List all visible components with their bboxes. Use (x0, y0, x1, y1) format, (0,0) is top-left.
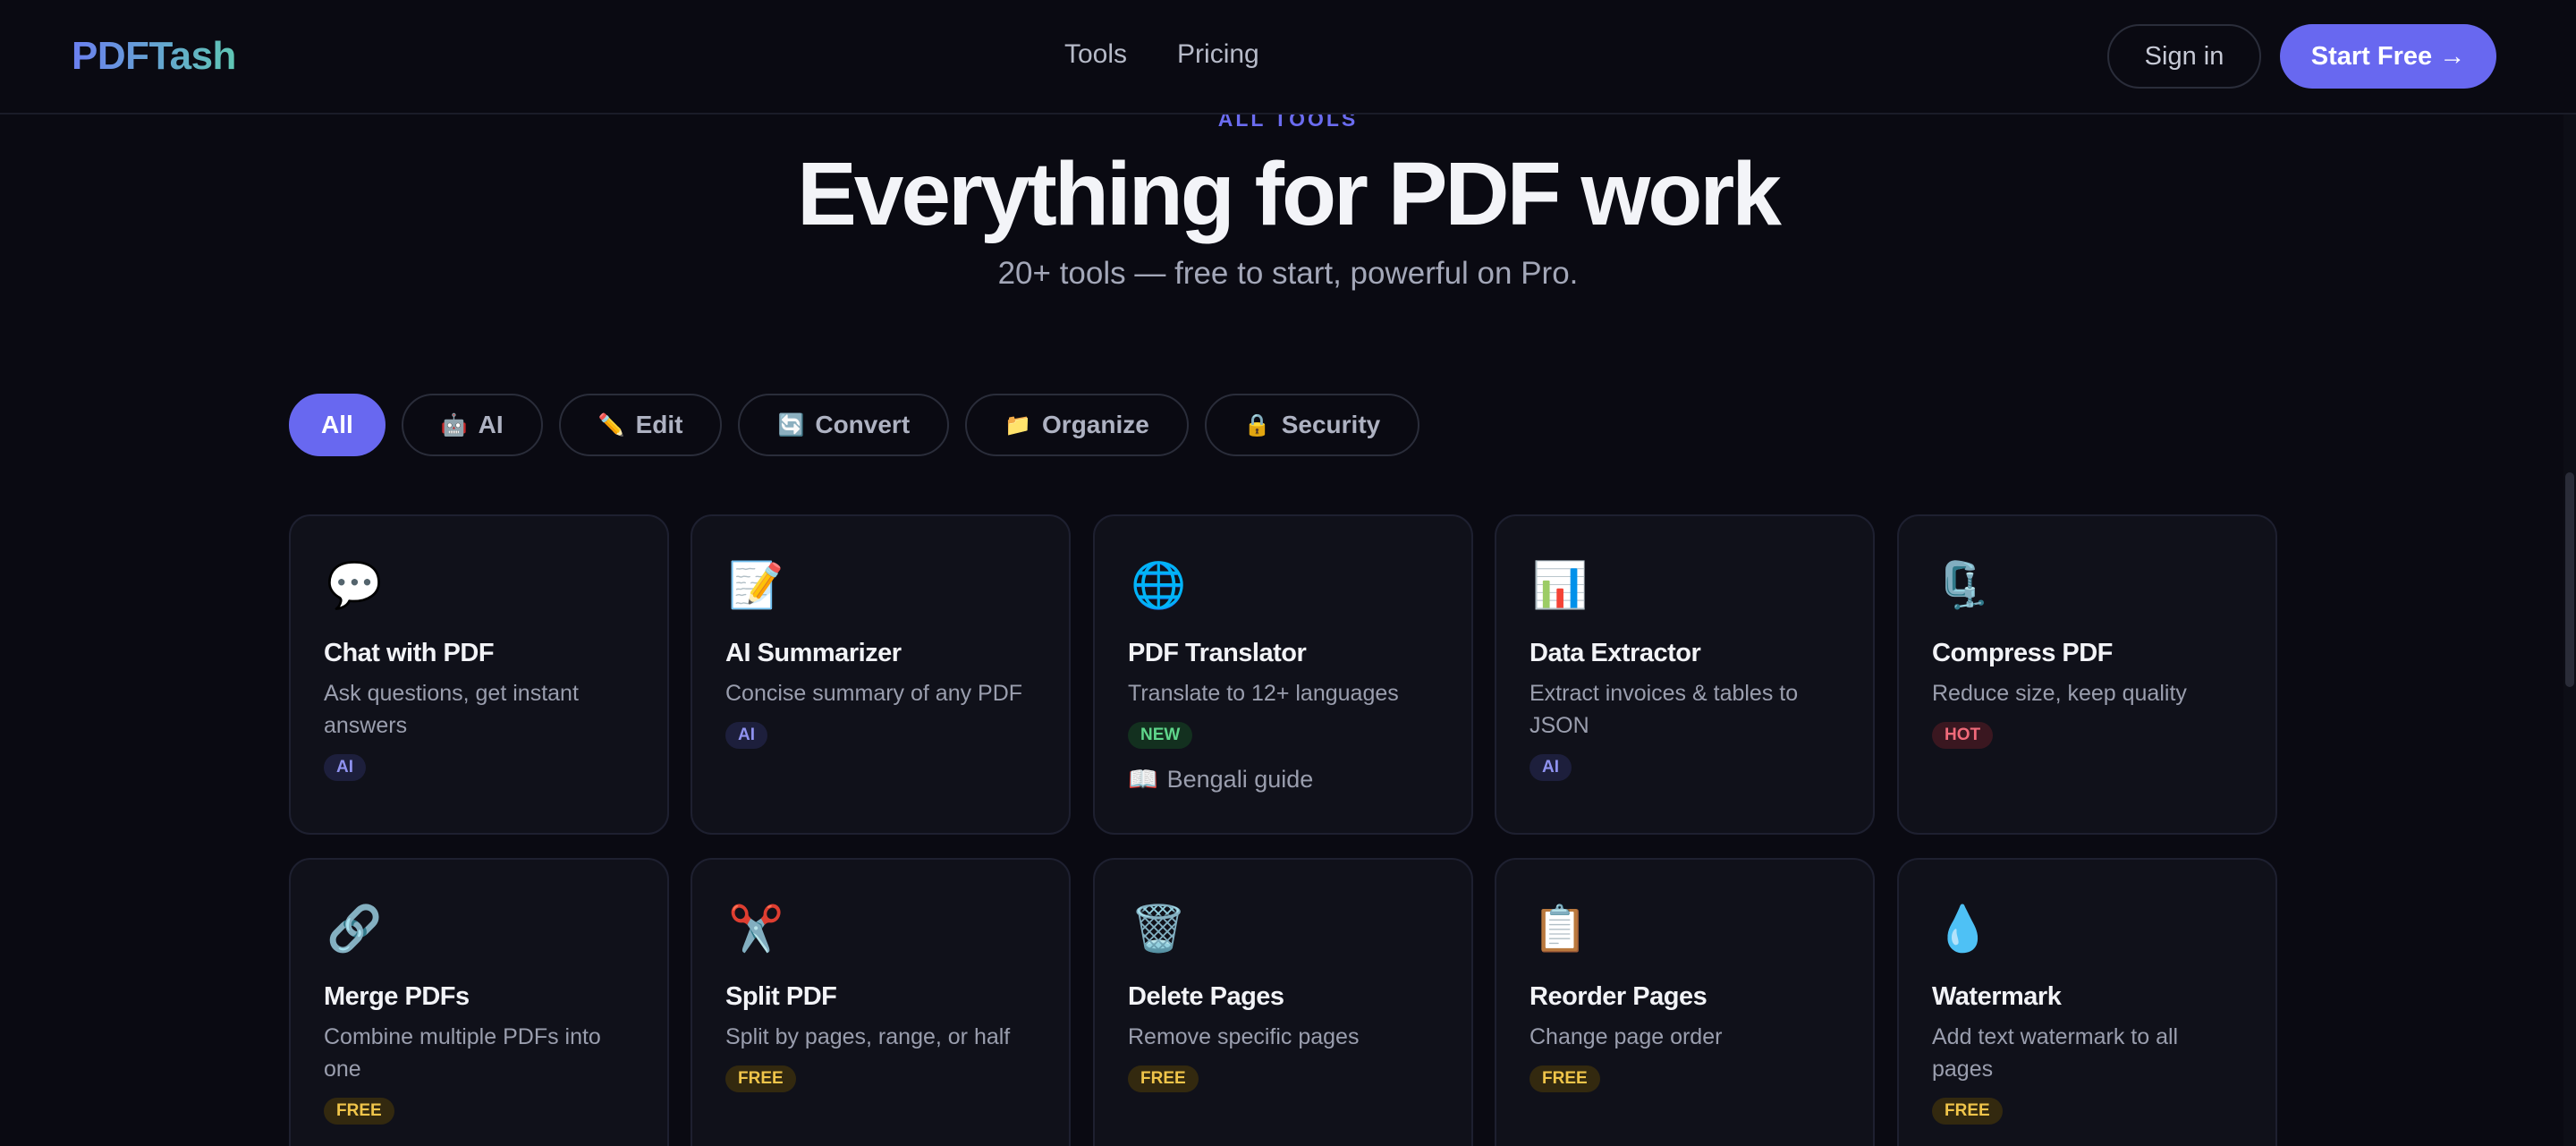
tool-card-compress-pdf[interactable]: 🗜️ Compress PDF Reduce size, keep quality H… (1897, 514, 2277, 835)
tool-title: Watermark (1932, 982, 2062, 1011)
tool-card-chat-with-pdf[interactable]: 💬 Chat with PDF Ask questions, get instant… (289, 514, 669, 835)
tool-description: Concise summary of any PDF (725, 681, 1023, 706)
tool-description: Add text watermark to all pages (1932, 1024, 2179, 1082)
tool-card-split-pdf[interactable]: ✂️ Split PDF Split by pages, range, or hal… (691, 858, 1071, 1146)
lock-icon: 🔒 (1243, 412, 1271, 437)
globe-icon: 🌐 (1131, 560, 1187, 610)
chat-bubble-icon: 💬 (326, 560, 383, 610)
tool-badge: AI (1530, 754, 1572, 781)
filter-chip-organize[interactable]: 📁 Organize (965, 394, 1189, 456)
tool-description: Extract invoices & tables to JSON (1530, 681, 1799, 738)
tool-badge: AI (725, 722, 767, 749)
filter-chip-label: Convert (815, 411, 911, 438)
clipboard-icon: 📋 (1532, 904, 1589, 954)
filter-chip-ai[interactable]: 🤖 AI (401, 394, 543, 456)
bar-chart-icon: 📊 (1532, 560, 1589, 610)
filter-chips: All 🤖 AI ✏️ Edit 🔄 Convert 📁 Organize 🔒 Security (289, 394, 1420, 456)
filter-chip-label: Organize (1042, 411, 1149, 438)
nav-links: Tools Pricing (1064, 39, 1259, 70)
tool-card-delete-pages[interactable]: 🗑️ Delete Pages Remove specific pages FREE (1093, 858, 1473, 1146)
filter-chip-label: AI (478, 411, 504, 438)
tool-badge: FREE (725, 1065, 796, 1092)
tool-card-merge-pdfs[interactable]: 🔗 Merge PDFs Combine multiple PDFs into on… (289, 858, 669, 1146)
tool-title: Split PDF (725, 982, 837, 1011)
tool-title: Compress PDF (1932, 639, 2113, 667)
tool-description: Split by pages, range, or half (725, 1024, 1011, 1049)
tool-card-reorder-pages[interactable]: 📋 Reorder Pages Change page order FREE (1495, 858, 1875, 1146)
tool-title: Delete Pages (1128, 982, 1284, 1011)
trash-icon: 🗑️ (1131, 904, 1187, 954)
robot-icon: 🤖 (440, 412, 468, 437)
start-free-button[interactable]: Start Free → (2280, 24, 2496, 89)
tool-title: Data Extractor (1530, 639, 1701, 667)
page-title: Everything for PDF work (797, 144, 1782, 244)
folder-icon: 📁 (1004, 412, 1032, 437)
droplet-icon: 💧 (1935, 904, 1991, 954)
logo[interactable]: PDFTash (72, 34, 236, 79)
tool-card-watermark[interactable]: 💧 Watermark Add text watermark to all page… (1897, 858, 2277, 1146)
tool-title: Merge PDFs (324, 982, 470, 1011)
tool-description: Remove specific pages (1128, 1024, 1360, 1049)
book-icon: 📖 (1128, 766, 1158, 793)
tool-card-ai-summarizer[interactable]: 📝 AI Summarizer Concise summary of any PDF… (691, 514, 1071, 835)
bengali-guide-link[interactable]: 📖 Bengali guide (1128, 765, 1313, 794)
tool-badge: FREE (1128, 1065, 1199, 1092)
clamp-icon: 🗜️ (1935, 560, 1991, 610)
tool-description: Combine multiple PDFs into one (324, 1024, 601, 1082)
tool-title: Reorder Pages (1530, 982, 1707, 1011)
filter-chip-label: Edit (635, 411, 683, 438)
tool-badge: AI (324, 754, 366, 781)
convert-icon: 🔄 (777, 412, 805, 437)
filter-chip-convert[interactable]: 🔄 Convert (738, 394, 950, 456)
filter-chip-label: Security (1281, 411, 1381, 438)
tool-title: PDF Translator (1128, 639, 1307, 667)
scissors-icon: ✂️ (728, 904, 784, 954)
tool-badge: FREE (1932, 1098, 2003, 1125)
filter-chip-label: All (321, 411, 353, 438)
nav-link-tools[interactable]: Tools (1064, 39, 1127, 70)
tool-description: Reduce size, keep quality (1932, 681, 2187, 706)
tool-title: Chat with PDF (324, 639, 495, 667)
filter-chip-all[interactable]: All (289, 394, 386, 456)
tool-description: Ask questions, get instant answers (324, 681, 579, 738)
filter-chip-edit[interactable]: ✏️ Edit (558, 394, 723, 456)
pencil-icon: ✏️ (597, 412, 625, 437)
scrollbar[interactable] (2563, 115, 2576, 1146)
tool-card-data-extractor[interactable]: 📊 Data Extractor Extract invoices & tables… (1495, 514, 1875, 835)
page: PDFTash Tools Pricing Sign in Start Free… (0, 0, 2576, 1146)
nav-link-pricing[interactable]: Pricing (1177, 39, 1259, 70)
scrollbar-thumb[interactable] (2565, 472, 2574, 687)
tool-description: Change page order (1530, 1024, 1723, 1049)
tool-card-pdf-translator[interactable]: 🌐 PDF Translator Translate to 12+ language… (1093, 514, 1473, 835)
tool-description: Translate to 12+ languages (1128, 681, 1399, 706)
sign-in-button[interactable]: Sign in (2107, 24, 2261, 89)
memo-icon: 📝 (728, 560, 784, 610)
tool-badge: FREE (1530, 1065, 1600, 1092)
tool-title: AI Summarizer (725, 639, 902, 667)
filter-chip-security[interactable]: 🔒 Security (1204, 394, 1420, 456)
page-subtitle: 20+ tools — free to start, powerful on P… (997, 256, 1579, 291)
tool-badge: NEW (1128, 722, 1193, 749)
tool-badge: HOT (1932, 722, 1994, 749)
link-icon: 🔗 (326, 904, 383, 954)
guide-label: Bengali guide (1166, 765, 1314, 793)
top-nav: PDFTash Tools Pricing Sign in Start Free… (0, 0, 2576, 115)
tool-badge: FREE (324, 1098, 394, 1125)
